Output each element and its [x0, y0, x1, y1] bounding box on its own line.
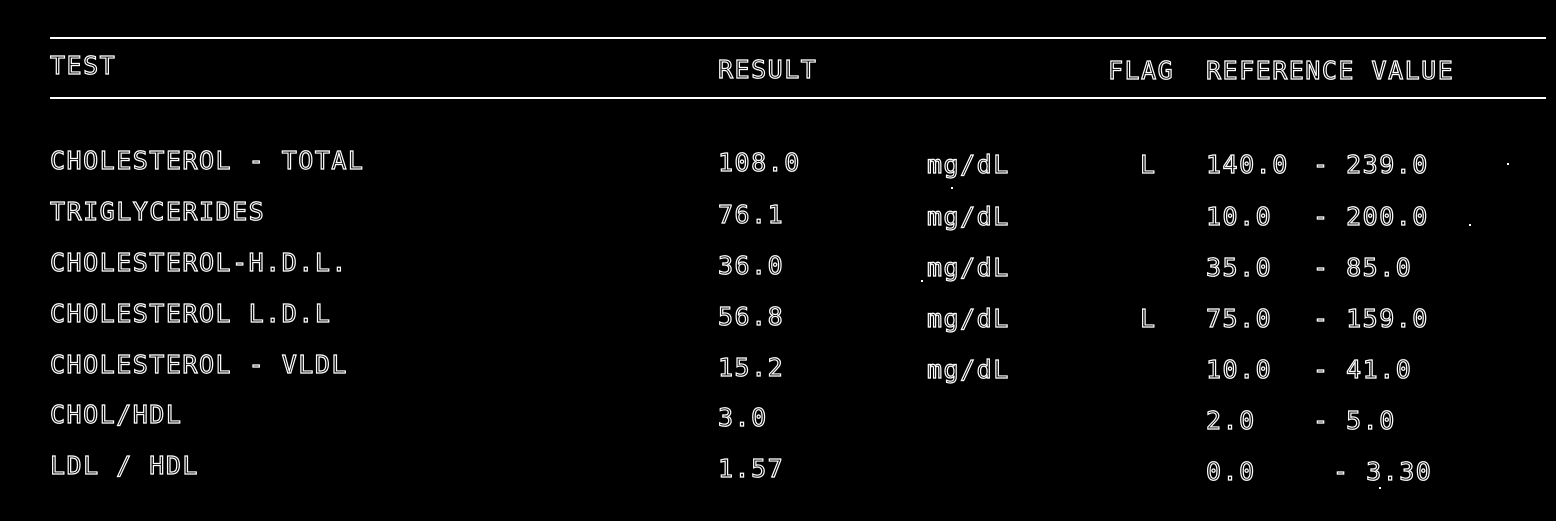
flag: L — [1139, 304, 1157, 333]
scan-speck — [921, 280, 923, 282]
header-flag: FLAG — [1107, 56, 1175, 85]
test-name: CHOL/HDL — [49, 400, 183, 429]
flag: L — [1139, 150, 1157, 179]
unit: mg/dL — [926, 355, 1010, 384]
unit: mg/dL — [926, 304, 1010, 333]
unit: mg/dL — [926, 253, 1010, 282]
reference-low: 75.0 — [1205, 304, 1273, 333]
reference-low: 2.0 — [1205, 406, 1256, 435]
result-value: 36.0 — [717, 251, 785, 280]
header-reference-value: REFERENCE VALUE — [1205, 56, 1455, 85]
test-name: CHOLESTEROL-H.D.L. — [49, 248, 348, 277]
test-name: CHOLESTEROL L.D.L — [49, 299, 332, 328]
reference-high: - 85.0 — [1312, 253, 1413, 282]
header-test: TEST — [49, 51, 117, 80]
reference-high: - 5.0 — [1312, 406, 1396, 435]
reference-low: 140.0 — [1205, 150, 1289, 179]
scan-speck — [1379, 487, 1381, 489]
result-value: 56.8 — [717, 302, 785, 331]
reference-low: 35.0 — [1205, 253, 1273, 282]
test-name: LDL / HDL — [49, 451, 199, 480]
unit: mg/dL — [926, 202, 1010, 231]
header-bottom-rule — [50, 97, 1546, 99]
result-value: 15.2 — [717, 353, 785, 382]
result-value: 76.1 — [717, 200, 785, 229]
header-top-rule — [50, 37, 1546, 39]
header-result: RESULT — [717, 55, 818, 84]
test-name: CHOLESTEROL - TOTAL — [49, 146, 365, 175]
reference-high: - 41.0 — [1312, 355, 1413, 384]
scan-speck — [1469, 224, 1471, 226]
reference-high: - 239.0 — [1312, 150, 1429, 179]
test-name: CHOLESTEROL - VLDL — [49, 350, 348, 379]
test-name: TRIGLYCERIDES — [49, 197, 266, 226]
reference-low: 0.0 — [1205, 457, 1256, 486]
unit: mg/dL — [926, 150, 1010, 179]
reference-low: 10.0 — [1205, 202, 1273, 231]
reference-low: 10.0 — [1205, 355, 1273, 384]
result-value: 1.57 — [717, 454, 785, 483]
reference-high: - 200.0 — [1312, 202, 1429, 231]
reference-high: - 159.0 — [1312, 304, 1429, 333]
reference-high: - 3.30 — [1332, 457, 1433, 486]
result-value: 3.0 — [717, 403, 768, 432]
scan-speck — [951, 187, 953, 189]
result-value: 108.0 — [717, 148, 801, 177]
scan-speck — [1507, 163, 1509, 165]
